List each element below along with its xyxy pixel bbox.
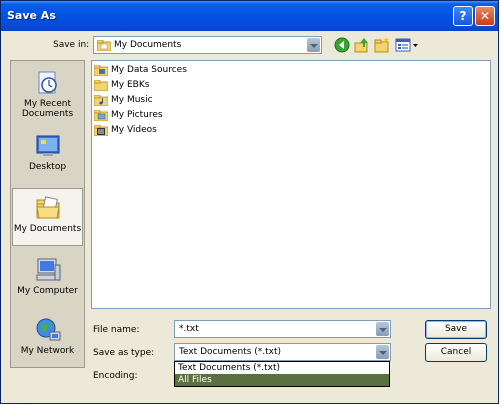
file-name-value: *.txt (179, 324, 199, 334)
file-name: My EBKs (111, 80, 150, 90)
chevron-down-icon[interactable] (376, 345, 389, 359)
place-label: My Documents (13, 224, 82, 234)
save-as-dialog: Save As ? ✕ Save in: My Documents My Rec… (0, 0, 499, 404)
views-menu-icon[interactable] (395, 37, 419, 53)
back-arrow-icon[interactable] (334, 37, 350, 53)
list-item[interactable]: My Videos (94, 123, 294, 138)
list-item[interactable]: My Music (94, 93, 294, 108)
save-as-type-dropdown[interactable]: Text Documents (*.txt) (174, 343, 391, 361)
new-folder-icon[interactable] (374, 37, 390, 53)
desktop-icon (36, 135, 60, 156)
file-name: My Data Sources (111, 65, 187, 75)
list-item[interactable]: My Data Sources (94, 63, 294, 78)
help-button[interactable]: ? (453, 6, 473, 26)
place-label: My Recent Documents (21, 99, 74, 119)
recent-documents-icon (38, 71, 57, 94)
dialog-title: Save As (7, 9, 56, 22)
save-button[interactable]: Save (425, 320, 487, 339)
title-bar[interactable]: Save As ? ✕ (1, 1, 498, 31)
chevron-down-icon[interactable] (307, 38, 320, 52)
network-globe-icon (36, 318, 61, 341)
folder-icon (94, 80, 108, 91)
computer-icon (36, 258, 61, 281)
save-in-value: My Documents (114, 40, 182, 50)
my-documents-folder-icon (97, 40, 111, 51)
my-documents-folder-icon (36, 196, 60, 219)
place-desktop[interactable]: Desktop (12, 127, 83, 185)
up-one-level-icon[interactable] (354, 37, 370, 53)
chevron-down-icon[interactable] (376, 322, 389, 336)
cancel-button[interactable]: Cancel (425, 343, 487, 362)
list-item[interactable]: My EBKs (94, 78, 294, 93)
file-name: My Pictures (111, 110, 163, 120)
save-as-type-options[interactable]: Text Documents (*.txt) All Files (174, 361, 390, 387)
save-in-label: Save in: (53, 40, 90, 50)
file-name: My Music (111, 95, 153, 105)
videos-folder-icon (94, 125, 108, 136)
places-bar: My Recent Documents Desktop My Documents (10, 60, 85, 368)
place-my-documents[interactable]: My Documents (12, 188, 83, 246)
place-label: Desktop (28, 162, 67, 172)
file-name: My Videos (111, 125, 157, 135)
encoding-label: Encoding: (93, 371, 138, 381)
place-my-computer[interactable]: My Computer (12, 251, 83, 309)
music-folder-icon (94, 95, 108, 106)
list-item[interactable]: My Pictures (94, 108, 294, 123)
save-in-dropdown[interactable]: My Documents (93, 36, 322, 54)
save-as-type-value: Text Documents (*.txt) (179, 347, 282, 357)
file-name-input[interactable]: *.txt (174, 320, 391, 338)
option-text-documents[interactable]: Text Documents (*.txt) (175, 362, 389, 374)
save-as-type-label: Save as type: (93, 348, 155, 358)
file-list[interactable]: My Data Sources My EBKs My Music My Pict… (91, 60, 491, 309)
data-sources-folder-icon (94, 65, 108, 76)
option-all-files[interactable]: All Files (175, 374, 389, 386)
place-label: My Network (20, 346, 75, 356)
place-label: My Computer (17, 286, 78, 296)
place-my-recent-documents[interactable]: My Recent Documents (12, 64, 83, 122)
file-name-label: File name: (93, 325, 140, 335)
pictures-folder-icon (94, 110, 108, 121)
close-button[interactable]: ✕ (475, 6, 495, 26)
place-my-network[interactable]: My Network (12, 311, 83, 369)
